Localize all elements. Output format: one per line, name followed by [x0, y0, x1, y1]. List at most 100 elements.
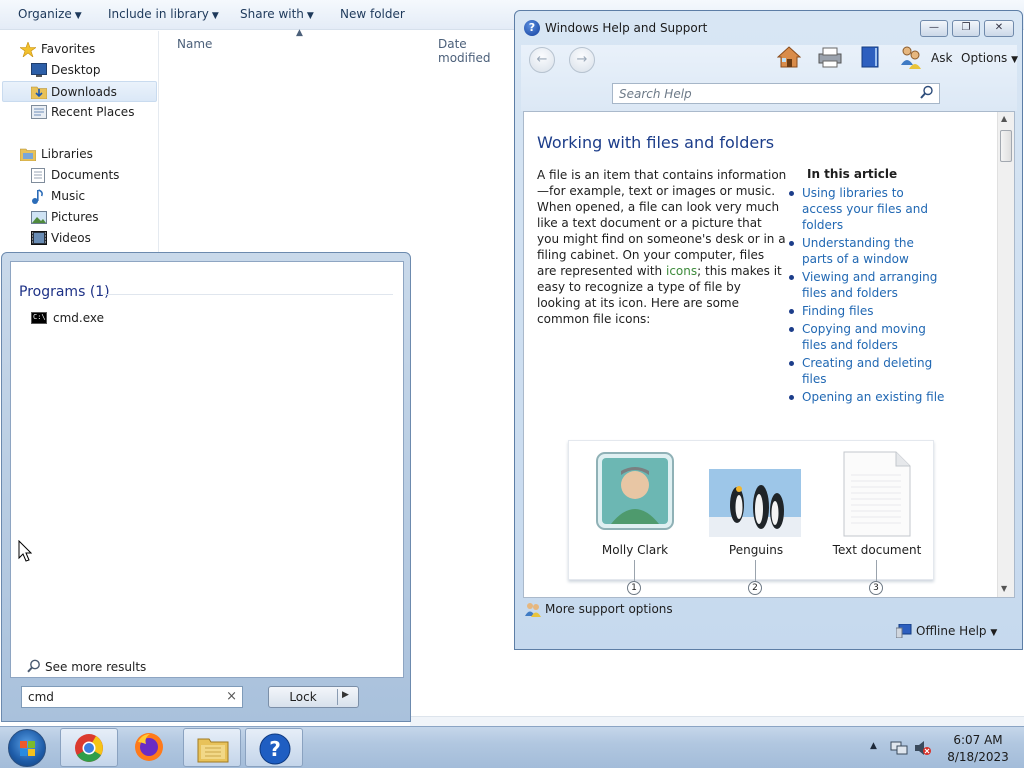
nav-label: Downloads — [51, 85, 117, 99]
nav-item-music[interactable]: Music — [0, 186, 157, 207]
scroll-up-arrow-icon[interactable]: ▲ — [1001, 114, 1007, 123]
command-prompt-icon: C:\ — [31, 312, 47, 324]
network-icon[interactable] — [890, 740, 908, 759]
nav-label: Documents — [51, 168, 120, 182]
in-this-article-heading: In this article — [807, 167, 898, 181]
nav-item-videos[interactable]: Videos — [0, 228, 157, 249]
chevron-down-icon: ▼ — [1011, 55, 1019, 65]
column-header-name[interactable]: Name — [177, 37, 212, 51]
share-with-button[interactable]: Share with ▼ — [240, 7, 314, 21]
nav-item-favorites[interactable]: Favorites — [0, 39, 157, 60]
ask-button[interactable]: Ask — [931, 51, 952, 65]
home-icon[interactable] — [776, 45, 802, 71]
file-icons-illustration: Molly Clark Penguins Text document 1 2 3 — [568, 440, 934, 595]
icon-caption: Molly Clark — [601, 543, 669, 557]
title-bar[interactable]: ? Windows Help and Support — ❐ ✕ — [515, 11, 1022, 45]
scroll-thumb[interactable] — [1000, 130, 1012, 162]
nav-label: Music — [51, 189, 86, 203]
toc-link[interactable]: Creating and deleting files — [787, 355, 947, 387]
chevron-down-icon: ▼ — [306, 11, 314, 21]
toc-link[interactable]: Understanding the parts of a window — [787, 235, 947, 267]
nav-item-recent-places[interactable]: Recent Places — [0, 102, 157, 123]
nav-label: Pictures — [51, 210, 99, 224]
nav-item-libraries[interactable]: Libraries — [0, 144, 157, 165]
new-folder-button[interactable]: New folder — [340, 7, 405, 21]
start-search-value: cmd — [28, 690, 54, 704]
search-help-input[interactable]: Search Help — [612, 83, 940, 104]
picture-file-icon — [709, 469, 801, 540]
taskbar-firefox[interactable] — [121, 728, 179, 767]
callout-number: 1 — [627, 581, 641, 595]
downloads-folder-icon — [30, 85, 48, 100]
icons-link[interactable]: icons — [666, 264, 697, 278]
contact-file-icon — [595, 451, 675, 534]
taskbar-file-explorer[interactable] — [183, 728, 241, 767]
chrome-icon — [74, 733, 106, 765]
help-icon: ? — [259, 733, 291, 765]
lock-label: Lock — [289, 690, 317, 704]
chevron-down-icon: ▼ — [211, 11, 219, 21]
callout-number: 3 — [869, 581, 883, 595]
toc-link[interactable]: Finding files — [787, 303, 947, 319]
toc-link[interactable]: Copying and moving files and folders — [787, 321, 947, 353]
ask-people-icon[interactable] — [899, 45, 923, 71]
clock-date[interactable]: 8/18/2023 — [938, 750, 1018, 764]
nav-item-pictures[interactable]: Pictures — [0, 207, 157, 228]
scroll-down-arrow-icon[interactable]: ▼ — [1001, 584, 1007, 593]
icon-caption: Penguins — [728, 543, 784, 557]
forward-button[interactable]: → — [569, 47, 595, 73]
program-result-cmd[interactable]: C:\ cmd.exe — [29, 310, 229, 328]
clock-time[interactable]: 6:07 AM — [938, 733, 1018, 747]
restore-button[interactable]: ❐ — [952, 20, 980, 37]
taskbar-help-and-support[interactable]: ? — [245, 728, 303, 767]
nav-item-desktop[interactable]: Desktop — [0, 60, 157, 81]
recent-places-icon — [31, 105, 47, 119]
callout-line — [876, 560, 877, 582]
programs-group-header: Programs (1) — [19, 284, 110, 300]
see-more-results-label: See more results — [45, 660, 147, 674]
nav-label: Favorites — [41, 42, 96, 56]
offline-help-text: Offline Help — [916, 624, 987, 638]
svg-text:?: ? — [269, 737, 281, 761]
program-result-label: cmd.exe — [53, 311, 105, 325]
explorer-status-strip — [410, 716, 1024, 726]
lock-button[interactable]: Lock ▶ — [268, 686, 359, 708]
browse-help-book-icon[interactable] — [859, 45, 883, 71]
window-title: Windows Help and Support — [545, 21, 708, 35]
column-header-date-modified[interactable]: Date modified — [438, 37, 520, 65]
callout-line — [755, 560, 756, 582]
nav-label: Libraries — [41, 147, 93, 161]
share-with-label: Share with — [240, 7, 304, 21]
nav-label: Desktop — [51, 63, 101, 77]
nav-item-documents[interactable]: Documents — [0, 165, 157, 186]
volume-muted-icon[interactable] — [914, 740, 932, 759]
nav-item-downloads[interactable]: Downloads — [2, 81, 157, 102]
include-in-library-button[interactable]: Include in library ▼ — [108, 7, 219, 21]
magnifier-icon — [27, 659, 41, 676]
clear-search-icon[interactable]: × — [226, 689, 237, 704]
print-icon[interactable] — [817, 45, 842, 71]
minimize-button[interactable]: — — [920, 20, 948, 37]
options-menu-button[interactable]: Options ▼ — [961, 51, 1018, 65]
support-people-icon — [525, 601, 541, 620]
search-icon[interactable] — [920, 85, 934, 103]
power-options-arrow-icon[interactable]: ▶ — [342, 690, 349, 700]
back-button[interactable]: ← — [529, 47, 555, 73]
search-help-placeholder: Search Help — [619, 87, 692, 101]
taskbar-chrome[interactable] — [60, 728, 118, 767]
vertical-scrollbar[interactable]: ▲ ▼ — [997, 112, 1014, 597]
organize-button[interactable]: Organize ▼ — [18, 7, 82, 21]
start-search-input[interactable]: cmd × — [21, 686, 243, 708]
callout-line — [634, 560, 635, 582]
help-article-pane: Working with files and folders A file is… — [523, 111, 1015, 598]
close-button[interactable]: ✕ — [984, 20, 1014, 37]
start-menu: Programs (1) C:\ cmd.exe See more result… — [1, 252, 411, 722]
help-question-icon: ? — [524, 20, 540, 36]
toc-link[interactable]: Using libraries to access your files and… — [787, 185, 947, 233]
nav-label: Recent Places — [51, 105, 135, 119]
toc-link[interactable]: Viewing and arranging files and folders — [787, 269, 947, 301]
show-hidden-icons-icon[interactable]: ▲ — [870, 741, 877, 751]
toc-link[interactable]: Opening an existing file — [787, 389, 947, 405]
nav-label: Videos — [51, 231, 91, 245]
start-button[interactable] — [8, 729, 46, 767]
